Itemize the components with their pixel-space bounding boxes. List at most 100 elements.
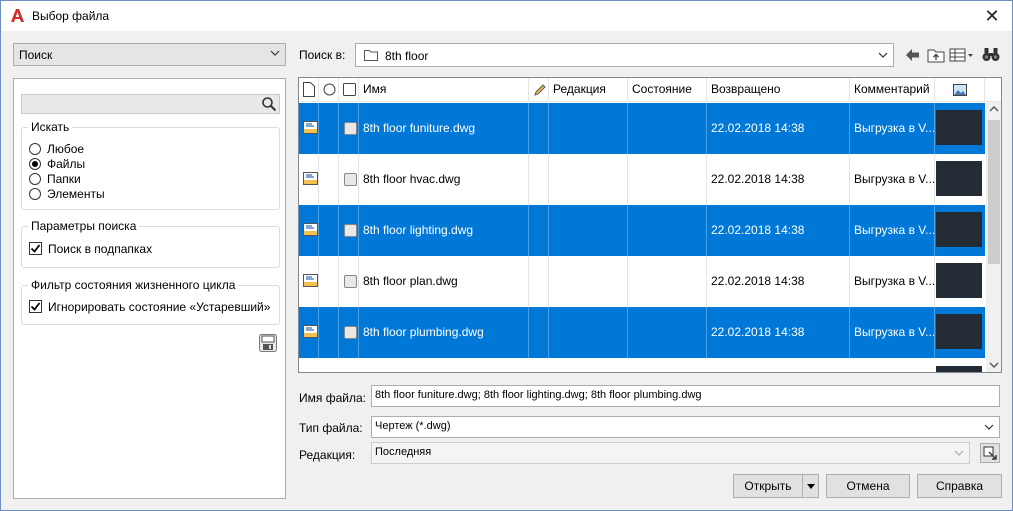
cell-comment: Выгрузка в V... xyxy=(850,154,935,205)
filename-input[interactable]: 8th floor funiture.dwg; 8th floor lighti… xyxy=(371,385,1000,407)
title-bar: Выбор файла ✕ xyxy=(1,1,1012,31)
status-column-icon xyxy=(323,83,336,96)
scroll-down-icon[interactable] xyxy=(986,358,1002,372)
ignore-obsolete-row[interactable]: Игнорировать состояние «Устаревший» xyxy=(29,299,270,314)
search-input[interactable] xyxy=(21,94,280,114)
filename-value: 8th floor funiture.dwg; 8th floor lighti… xyxy=(375,389,702,401)
search-icon[interactable] xyxy=(261,96,277,112)
save-search-icon[interactable] xyxy=(258,333,278,353)
look-in-select[interactable]: 8th floor xyxy=(355,43,894,67)
radio-items[interactable]: Элементы xyxy=(29,186,105,201)
views-menu-icon[interactable] xyxy=(948,45,976,65)
radio-button[interactable] xyxy=(29,172,41,185)
radio-button-selected[interactable] xyxy=(29,157,41,170)
window-title: Выбор файла xyxy=(32,9,110,23)
scroll-thumb[interactable] xyxy=(988,120,1000,264)
list-header: Имя Редакция Состояние Возвращено Коммен… xyxy=(299,78,1001,102)
vertical-scrollbar[interactable] xyxy=(986,102,1002,372)
close-button[interactable]: ✕ xyxy=(982,6,1002,26)
file-preview-thumbnail xyxy=(936,314,982,349)
row-checkbox[interactable] xyxy=(344,122,357,135)
revision-value: Последняя xyxy=(375,446,432,458)
open-button[interactable]: Открыть xyxy=(733,474,803,498)
dwg-file-icon xyxy=(303,172,318,185)
row-checkbox[interactable] xyxy=(344,326,357,339)
radio-files[interactable]: Файлы xyxy=(29,156,85,171)
column-name[interactable]: Имя xyxy=(359,78,529,102)
cell xyxy=(319,256,339,307)
column-check[interactable] xyxy=(339,78,359,102)
radio-label: Элементы xyxy=(47,186,105,201)
file-row[interactable]: 8th floor lighting.dwg 22.02.2018 14:38 Вы… xyxy=(299,205,985,256)
cell-returned: 22.02.2018 14:38 xyxy=(707,205,850,256)
cell xyxy=(529,154,549,205)
checkbox[interactable] xyxy=(29,300,42,313)
look-in-label: Поиск в: xyxy=(299,48,346,62)
column-status[interactable] xyxy=(319,78,339,102)
cancel-button[interactable]: Отмена xyxy=(826,474,910,498)
file-row-partial[interactable] xyxy=(299,358,985,372)
row-checkbox[interactable] xyxy=(344,173,357,186)
back-arrow-icon[interactable] xyxy=(903,45,923,65)
radio-folders[interactable]: Папки xyxy=(29,171,81,186)
file-row[interactable]: 8th floor plumbing.dwg 22.02.2018 14:38 Вы… xyxy=(299,307,985,358)
cell-name: 8th floor funiture.dwg xyxy=(359,103,529,154)
dwg-file-icon xyxy=(303,121,318,134)
revision-label: Редакция: xyxy=(299,448,356,462)
view-mode-select[interactable]: Поиск xyxy=(13,43,286,66)
row-checkbox[interactable] xyxy=(344,275,357,288)
subfolders-checkbox-row[interactable]: Поиск в подпапках xyxy=(29,241,152,256)
dwg-file-icon xyxy=(303,325,318,338)
checkbox[interactable] xyxy=(29,242,42,255)
cell xyxy=(319,307,339,358)
file-preview-thumbnail xyxy=(936,161,982,196)
up-folder-icon[interactable] xyxy=(926,45,946,65)
binoculars-icon[interactable] xyxy=(981,45,1001,65)
find-group: Искать Любое Файлы Папки Элементы xyxy=(21,120,280,210)
checkmark-icon xyxy=(30,244,41,253)
cell xyxy=(549,205,628,256)
revision-options-icon[interactable] xyxy=(979,442,1001,464)
cell-name: 8th floor plan.dwg xyxy=(359,256,529,307)
scroll-up-icon[interactable] xyxy=(986,102,1002,116)
column-comment[interactable]: Комментарий xyxy=(850,78,935,102)
cell-returned: 22.02.2018 14:38 xyxy=(707,154,850,205)
filetype-select[interactable]: Чертеж (*.dwg) xyxy=(371,416,1000,438)
cell xyxy=(628,256,707,307)
file-row[interactable]: 8th floor plan.dwg 22.02.2018 14:38 Выгруз… xyxy=(299,256,985,307)
cell xyxy=(319,154,339,205)
column-preview[interactable] xyxy=(935,78,985,102)
radio-button[interactable] xyxy=(29,187,41,200)
file-row[interactable]: 8th floor funiture.dwg 22.02.2018 14:38 Вы… xyxy=(299,103,985,154)
file-list: Имя Редакция Состояние Возвращено Коммен… xyxy=(298,77,1002,373)
row-checkbox[interactable] xyxy=(344,224,357,237)
revision-select[interactable]: Последняя xyxy=(371,442,970,464)
chevron-down-icon xyxy=(984,424,994,430)
search-params-label: Параметры поиска xyxy=(28,219,140,233)
column-edit[interactable] xyxy=(529,78,549,102)
column-returned[interactable]: Возвращено xyxy=(707,78,850,102)
cell-returned: 22.02.2018 14:38 xyxy=(707,256,850,307)
cell-comment: Выгрузка в V... xyxy=(850,307,935,358)
cell-name: 8th floor lighting.dwg xyxy=(359,205,529,256)
radio-any[interactable]: Любое xyxy=(29,141,84,156)
lifecycle-filter-label: Фильтр состояния жизненного цикла xyxy=(28,278,239,292)
dwg-file-icon xyxy=(303,223,318,236)
file-row[interactable]: 8th floor hvac.dwg 22.02.2018 14:38 Выгруз… xyxy=(299,154,985,205)
ignore-obsolete-label: Игнорировать состояние «Устаревший» xyxy=(48,299,271,314)
open-dropdown-button[interactable] xyxy=(802,474,819,498)
cell-returned: 22.02.2018 14:38 xyxy=(707,307,850,358)
cell xyxy=(529,103,549,154)
column-type[interactable] xyxy=(299,78,319,102)
column-state[interactable]: Состояние xyxy=(628,78,707,102)
radio-button[interactable] xyxy=(29,142,41,155)
subfolders-label: Поиск в подпапках xyxy=(48,241,153,256)
cell xyxy=(319,205,339,256)
help-button[interactable]: Справка xyxy=(917,474,1002,498)
cell-comment: Выгрузка в V... xyxy=(850,205,935,256)
cell xyxy=(529,256,549,307)
cell-comment: Выгрузка в V... xyxy=(850,256,935,307)
search-panel: Искать Любое Файлы Папки Элементы Параме… xyxy=(13,78,286,499)
column-revision[interactable]: Редакция xyxy=(549,78,628,102)
pencil-icon xyxy=(534,84,546,96)
